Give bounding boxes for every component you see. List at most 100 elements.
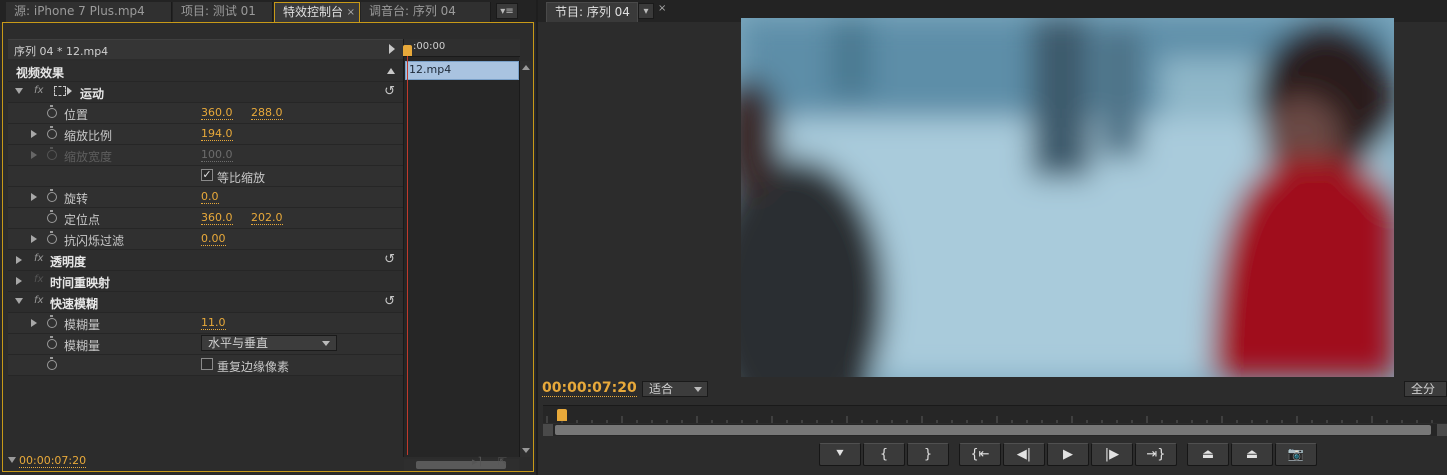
playhead-icon[interactable]	[403, 45, 412, 56]
effect-controls-scrollbar[interactable]	[519, 61, 531, 457]
program-menu-icon[interactable]: ▾	[638, 3, 654, 19]
param-row-anchor: 定位点 360.0 202.0	[8, 208, 403, 229]
param-row-scale-width: 缩放宽度 100.0	[8, 145, 403, 166]
export-frame-button[interactable]: 📷	[1275, 443, 1317, 466]
tab-effect-controls[interactable]: 特效控制台 ×	[274, 2, 360, 22]
effect-controls-frame: 序列 04 * 12.mp4 视频效果 fx 运动 ↺ 位置 360.0 288…	[2, 22, 534, 472]
effect-row-opacity[interactable]: fx 透明度 ↺	[8, 250, 403, 271]
go-to-in-button[interactable]: {⇤	[959, 443, 1001, 466]
scroll-up-icon[interactable]	[522, 65, 530, 70]
tab-audio-mixer-label: 调音台: 序列 04	[369, 4, 456, 18]
tab-project[interactable]: 项目: 测试 01	[173, 2, 273, 22]
reset-icon[interactable]: ↺	[384, 84, 395, 99]
stopwatch-icon[interactable]	[47, 315, 57, 328]
clip-bar[interactable]: 12.mp4	[405, 61, 519, 80]
blur-dimensions-selected: 水平与垂直	[208, 336, 269, 350]
footer-menu-icon[interactable]	[8, 457, 16, 463]
program-timecode[interactable]: 00:00:07:20	[542, 381, 637, 397]
collapse-up-icon[interactable]	[387, 68, 395, 74]
tab-source-label: 源: iPhone 7 Plus.mp4	[14, 4, 145, 18]
scroll-handle-right[interactable]	[1437, 424, 1447, 436]
uniform-scale-checkbox[interactable]: ✓	[201, 169, 213, 181]
expand-right-icon[interactable]	[31, 193, 37, 201]
zoom-fit-value: 适合	[649, 382, 674, 396]
tab-source[interactable]: 源: iPhone 7 Plus.mp4	[6, 2, 172, 22]
stopwatch-icon[interactable]	[47, 126, 57, 139]
stopwatch-icon[interactable]	[47, 336, 57, 349]
anti-flicker-value[interactable]: 0.00	[201, 232, 226, 246]
panel-menu-icon[interactable]: ▾≡	[496, 3, 518, 19]
position-y-value[interactable]: 288.0	[251, 106, 283, 120]
go-to-out-button[interactable]: ⇥}	[1135, 443, 1177, 466]
mark-in-button[interactable]: {	[863, 443, 905, 466]
param-row-scale: 缩放比例 194.0	[8, 124, 403, 145]
effect-controls-footer: 00:00:07:20 ▸⌉ ⇱	[2, 450, 534, 472]
fx-icon[interactable]: fx	[34, 253, 43, 264]
scale-value[interactable]: 194.0	[201, 127, 233, 141]
resolution-value: 全分	[1411, 382, 1436, 396]
stopwatch-icon[interactable]	[47, 189, 57, 202]
scroll-handle-left[interactable]	[543, 424, 553, 436]
expand-right-icon[interactable]	[16, 277, 22, 285]
resolution-select[interactable]: 全分	[1404, 381, 1447, 397]
step-forward-button[interactable]: |▶	[1091, 443, 1133, 466]
anchor-y-value[interactable]: 202.0	[251, 211, 283, 225]
scroll-thumb[interactable]	[555, 425, 1431, 435]
stopwatch-icon[interactable]	[47, 210, 57, 223]
position-x-value[interactable]: 360.0	[201, 106, 233, 120]
step-back-button[interactable]: ◀|	[1003, 443, 1045, 466]
filter-icon[interactable]: ▸⌉	[472, 455, 482, 468]
reset-icon[interactable]: ↺	[384, 294, 395, 309]
reset-icon[interactable]: ↺	[384, 252, 395, 267]
effect-timeline-ruler[interactable]: :00:00	[404, 39, 520, 57]
expand-down-icon[interactable]	[15, 298, 23, 304]
program-timeline-ruler[interactable]	[543, 405, 1447, 423]
extract-button[interactable]: ⏏	[1231, 443, 1273, 466]
expand-right-icon[interactable]	[16, 256, 22, 264]
effect-timeline[interactable]: :00:00 12.mp4	[403, 39, 520, 457]
loop-icon[interactable]: ⇱	[498, 455, 507, 468]
close-icon[interactable]: ×	[347, 3, 355, 22]
current-timecode[interactable]: 00:00:07:20	[19, 455, 87, 468]
fx-icon[interactable]: fx	[34, 85, 43, 96]
zoom-fit-select[interactable]: 适合	[642, 381, 708, 397]
effect-row-time-remap[interactable]: fx 时间重映射	[8, 271, 403, 292]
stopwatch-icon[interactable]	[47, 231, 57, 244]
close-icon[interactable]: ×	[658, 3, 666, 14]
lift-button[interactable]: ⏏	[1187, 443, 1229, 466]
video-preview[interactable]	[741, 18, 1394, 377]
param-row-repeat-edge: 重复边缘像素	[8, 355, 403, 376]
expand-right-icon[interactable]	[31, 319, 37, 327]
motion-transform-icon[interactable]	[54, 86, 66, 96]
effect-row-motion[interactable]: fx 运动 ↺	[8, 82, 403, 103]
scale-width-value: 100.0	[201, 148, 233, 162]
tab-effect-controls-label: 特效控制台	[283, 5, 344, 19]
marker-button[interactable]: ⯆	[819, 443, 861, 466]
fx-icon[interactable]: fx	[34, 295, 43, 306]
marker-icon: ⯆	[834, 447, 846, 462]
tab-program[interactable]: 节目: 序列 04	[546, 2, 638, 22]
mark-out-button[interactable]: }	[907, 443, 949, 466]
expand-right-icon[interactable]	[31, 130, 37, 138]
show-timeline-arrow-icon[interactable]	[389, 44, 395, 54]
blur-dimensions-select[interactable]: 水平与垂直	[201, 335, 337, 351]
play-button[interactable]: ▶	[1047, 443, 1089, 466]
rotation-value[interactable]: 0.0	[201, 190, 219, 204]
repeat-edge-checkbox[interactable]	[201, 358, 213, 370]
param-row-uniform-scale: ✓ 等比缩放	[8, 166, 403, 187]
effect-row-fast-blur[interactable]: fx 快速模糊 ↺	[8, 292, 403, 313]
anchor-x-value[interactable]: 360.0	[201, 211, 233, 225]
tab-audio-mixer[interactable]: 调音台: 序列 04	[361, 2, 491, 22]
expand-right-icon[interactable]	[31, 235, 37, 243]
step-forward-icon: |▶	[1104, 447, 1120, 462]
stopwatch-icon[interactable]	[47, 357, 57, 370]
left-tab-bar: 源: iPhone 7 Plus.mp4 项目: 测试 01 特效控制台 × 调…	[0, 0, 536, 22]
blurriness-value[interactable]: 11.0	[201, 316, 226, 330]
tab-project-label: 项目: 测试 01	[181, 4, 256, 18]
motion-label: 运动	[80, 87, 105, 101]
anchor-label: 定位点	[64, 213, 101, 227]
expand-down-icon[interactable]	[15, 88, 23, 94]
playhead-icon[interactable]	[557, 409, 567, 421]
program-zoom-scrollbar[interactable]	[543, 424, 1447, 436]
stopwatch-icon[interactable]	[47, 105, 57, 118]
